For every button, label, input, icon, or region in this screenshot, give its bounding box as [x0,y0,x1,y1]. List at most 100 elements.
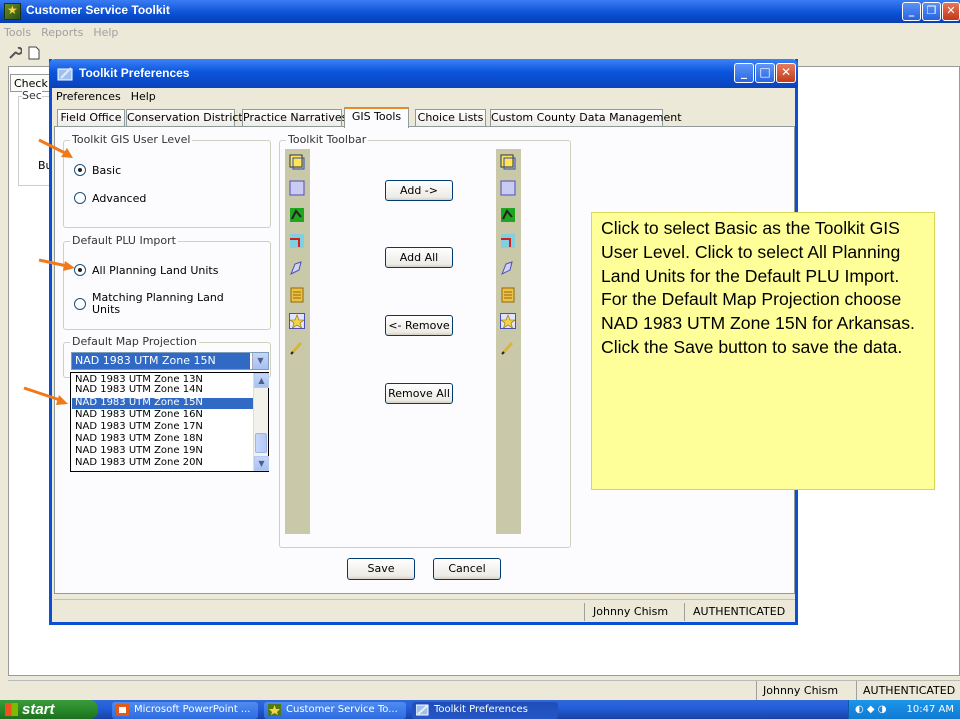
select-feature-icon[interactable] [289,154,305,170]
select-feature-icon[interactable] [500,154,516,170]
taskbar-label[interactable]: Customer Service To... [286,704,398,715]
annotation-arrow-icon [38,138,73,158]
clock[interactable]: 10:47 AM [907,704,954,715]
main-window-title: Customer Service Toolkit [26,3,170,17]
minimize-icon[interactable]: _ [902,2,921,21]
system-tray: ◐ ◆ ◑ 10:47 AM [848,700,960,719]
tab-gis-tools[interactable]: GIS Tools [344,107,409,128]
rectangle-icon[interactable] [500,180,516,196]
dialog-title: Toolkit Preferences [79,66,190,80]
radio-advanced[interactable]: Advanced [74,192,146,205]
radio-matching-plu-indicator[interactable] [74,298,86,310]
toolkit-app-icon [268,704,281,716]
chevron-down-icon[interactable]: ▼ [252,353,268,369]
tray-icons[interactable]: ◐ ◆ ◑ [855,700,887,719]
taskbar: start Microsoft PowerPoint ... Customer … [0,700,960,719]
map-projection-select[interactable]: NAD 1983 UTM Zone 15N ▼ [71,352,269,370]
attribute-table-icon[interactable] [289,287,305,303]
menu-help[interactable]: Help [93,26,118,39]
instruction-callout: Click to select Basic as the Toolkit GIS… [591,212,935,490]
radio-basic-indicator[interactable] [74,164,86,176]
dialog-status-user: Johnny Chism [584,603,684,621]
radio-all-plu-label[interactable]: All Planning Land Units [92,264,218,277]
dropdown-option[interactable]: NAD 1983 UTM Zone 14N [72,385,254,395]
pencil-icon[interactable] [289,340,305,356]
close-icon[interactable]: ✕ [942,2,960,21]
dropdown-option[interactable]: NAD 1983 UTM Zone 20N [72,458,254,468]
radio-matching-plu[interactable]: Matching Planning Land Units [74,292,232,316]
selected-tools-list[interactable] [496,149,521,534]
start-button[interactable]: start [0,700,98,719]
windows-flag-icon [5,703,18,716]
tab-custom-county-data[interactable]: Custom County Data Management [490,109,682,127]
tab-field-office[interactable]: Field Office [57,109,125,127]
edit-shape-icon[interactable] [289,260,305,276]
pencil-icon[interactable] [500,340,516,356]
cancel-button[interactable]: Cancel [433,558,501,580]
dialog-minimize-icon[interactable]: _ [734,63,754,83]
star-icon[interactable] [500,313,516,329]
tab-conservation-district[interactable]: Conservation District [126,109,243,127]
save-button[interactable]: Save [347,558,415,580]
radio-advanced-label[interactable]: Advanced [92,192,146,205]
dropdown-option-selected[interactable]: NAD 1983 UTM Zone 15N [72,398,254,409]
radio-all-plu[interactable]: All Planning Land Units [74,264,218,277]
remove-all-button[interactable]: Remove All [385,383,453,404]
taskbar-item-toolkit-preferences[interactable]: Toolkit Preferences [412,702,558,719]
menu-tools[interactable]: Tools [4,26,31,39]
menu-dialog-help[interactable]: Help [131,90,156,103]
dropdown-scrollbar[interactable]: ▲ ▼ [253,373,269,471]
taskbar-label[interactable]: Toolkit Preferences [434,704,528,715]
dialog-app-icon [57,67,73,81]
remove-button[interactable]: <- Remove [385,315,453,336]
attribute-table-icon[interactable] [500,287,516,303]
dropdown-option[interactable]: NAD 1983 UTM Zone 16N [72,410,254,420]
taskbar-item-customer-service[interactable]: Customer Service To... [264,702,406,719]
new-document-icon[interactable] [27,46,41,60]
scroll-down-icon[interactable]: ▼ [254,456,269,471]
measure-icon[interactable] [289,233,305,249]
radio-matching-plu-label[interactable]: Matching Planning Land Units [92,292,232,316]
edit-shape-icon[interactable] [500,260,516,276]
map-layer-icon[interactable] [289,207,305,223]
annotation-arrow-icon [38,258,75,271]
status-user: Johnny Chism [756,681,856,701]
map-projection-label: Default Map Projection [70,335,199,348]
available-tools-list[interactable] [285,149,310,534]
star-icon[interactable] [289,313,305,329]
map-projection-value[interactable]: NAD 1983 UTM Zone 15N [72,353,250,369]
restore-icon[interactable]: ❐ [922,2,941,21]
wrench-icon[interactable] [8,46,22,60]
dropdown-option[interactable]: NAD 1983 UTM Zone 17N [72,422,254,432]
dialog-menubar: Preferences Help [52,88,795,106]
taskbar-item-powerpoint[interactable]: Microsoft PowerPoint ... [112,702,258,719]
radio-basic[interactable]: Basic [74,164,121,177]
plu-import-label: Default PLU Import [70,234,178,247]
dialog-maximize-icon[interactable]: □ [755,63,775,83]
toolkit-toolbar-label: Toolkit Toolbar [286,133,369,146]
scroll-up-icon[interactable]: ▲ [254,373,269,388]
main-menubar: Tools Reports Help [0,24,960,42]
dropdown-option[interactable]: NAD 1983 UTM Zone 18N [72,434,254,444]
radio-basic-label[interactable]: Basic [92,164,121,177]
start-label[interactable]: start [22,701,55,718]
measure-icon[interactable] [500,233,516,249]
dropdown-option[interactable]: NAD 1983 UTM Zone 19N [72,446,254,456]
dialog-title-bar: Toolkit Preferences _ □ ✕ [49,59,798,88]
app-logo-icon [4,3,21,20]
add-all-button[interactable]: Add All [385,247,453,268]
tab-practice-narratives[interactable]: Practice Narratives [242,109,347,127]
dialog-status-auth: AUTHENTICATED [684,603,794,621]
rectangle-icon[interactable] [289,180,305,196]
scroll-thumb[interactable] [255,433,267,453]
add-button[interactable]: Add -> [385,180,453,201]
gis-user-level-group: Toolkit GIS User Level Basic Advanced [63,133,271,228]
radio-advanced-indicator[interactable] [74,192,86,204]
menu-reports[interactable]: Reports [41,26,83,39]
dialog-status-bar: Johnny Chism AUTHENTICATED [54,599,795,621]
taskbar-label[interactable]: Microsoft PowerPoint ... [134,704,250,715]
menu-preferences[interactable]: Preferences [56,90,121,103]
tab-choice-lists[interactable]: Choice Lists [415,109,486,127]
map-layer-icon[interactable] [500,207,516,223]
dialog-close-icon[interactable]: ✕ [776,63,796,83]
